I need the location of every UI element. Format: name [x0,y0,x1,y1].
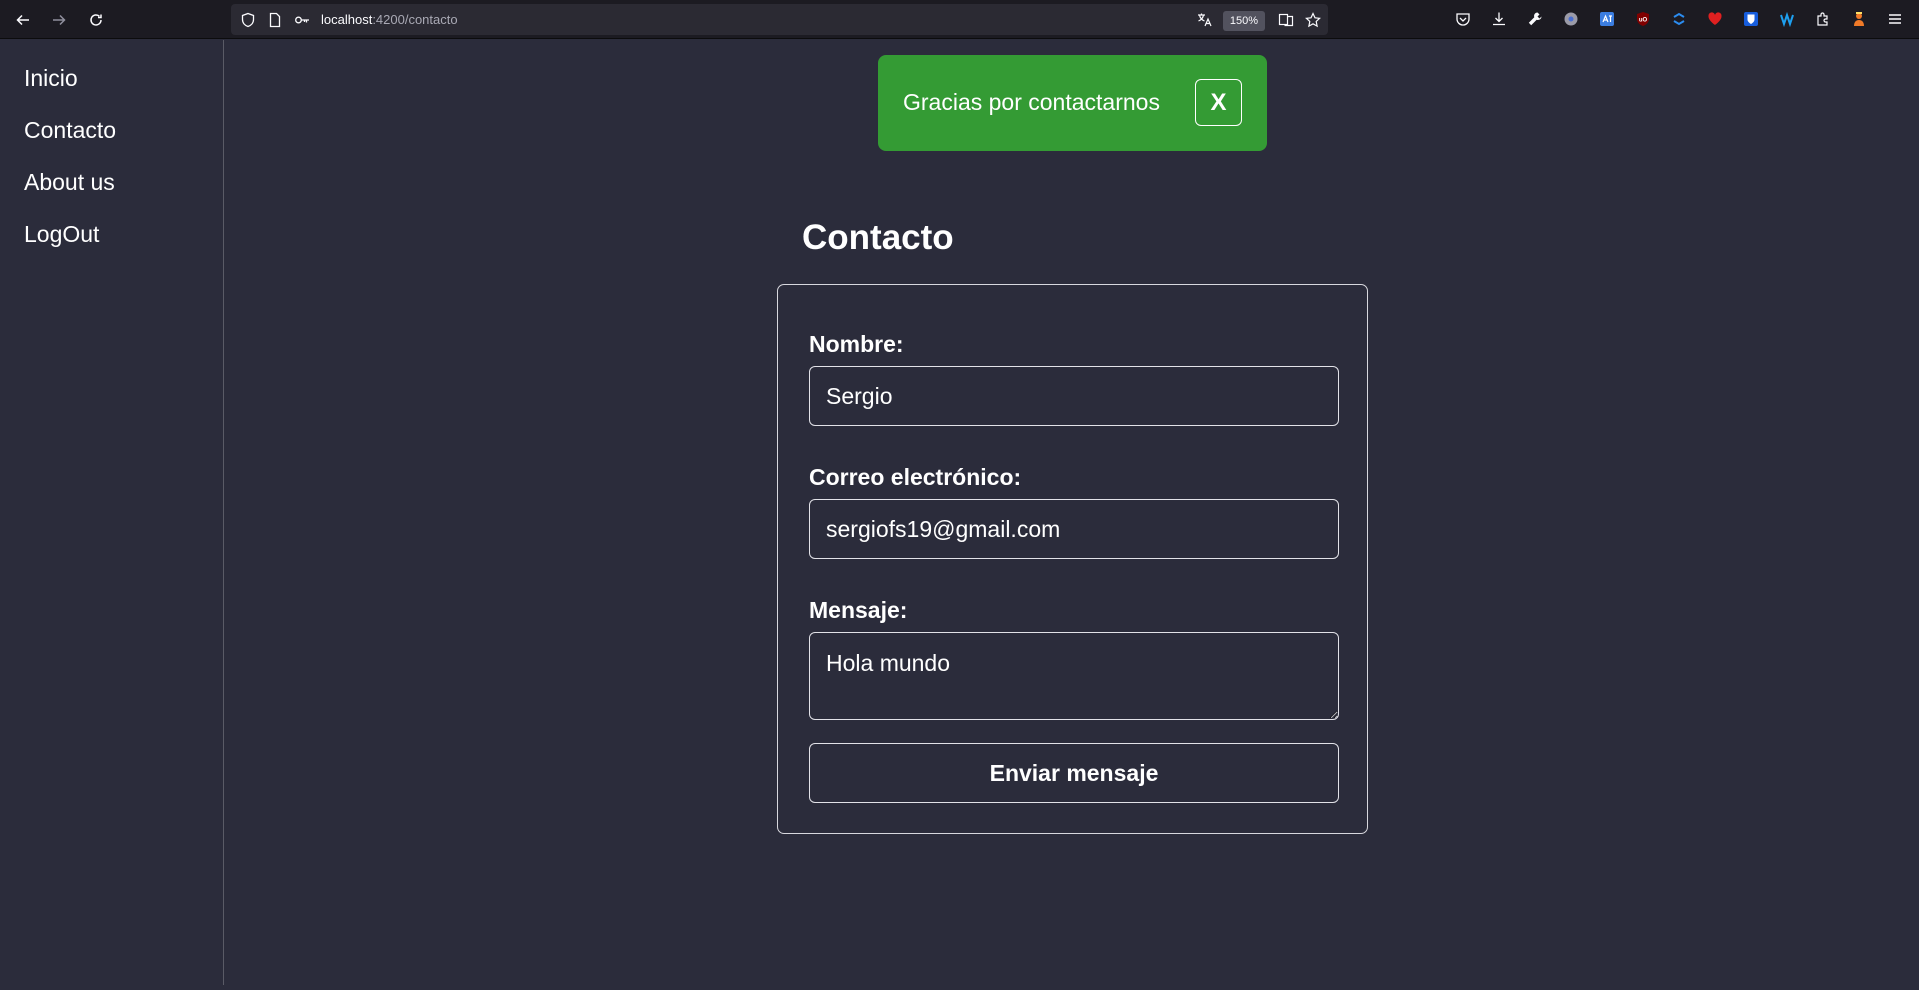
profile-avatar-icon[interactable] [1849,9,1869,29]
email-field[interactable] [809,499,1339,559]
forward-arrow-icon[interactable] [47,8,71,32]
message-field[interactable]: Hola mundo [809,632,1339,720]
heart-ext-icon[interactable] [1705,9,1725,29]
success-toast: Gracias por contactarnos X [878,55,1267,151]
reload-icon[interactable] [84,8,108,32]
arrows-ext-icon[interactable] [1669,9,1689,29]
key-icon[interactable] [293,11,311,29]
translate-icon[interactable] [1195,11,1213,29]
send-message-button[interactable]: Enviar mensaje [809,743,1339,803]
reader-icon[interactable] [1277,11,1295,29]
bitwarden-icon[interactable] [1741,9,1761,29]
pocket-icon[interactable] [1453,9,1473,29]
ublock-icon[interactable]: uO [1633,9,1653,29]
email-label: Correo electrónico: [809,464,1022,490]
wrench-icon[interactable] [1525,9,1545,29]
sidebar-item-contacto[interactable]: Contacto [24,117,116,144]
sidebar: Inicio Contacto About us LogOut [0,40,224,985]
name-field[interactable] [809,366,1339,426]
wappalyzer-icon[interactable] [1777,9,1797,29]
download-icon[interactable] [1489,9,1509,29]
browser-toolbar: localhost:4200/contacto 150% uO [0,0,1919,39]
url-path: :4200/contacto [372,12,458,27]
extensions-icon[interactable] [1813,9,1833,29]
url-host: localhost [321,12,373,27]
svg-text:uO: uO [1639,18,1648,24]
sidebar-item-logout[interactable]: LogOut [24,221,99,248]
sidebar-item-about-us[interactable]: About us [24,169,115,196]
translate-ext-icon[interactable] [1597,9,1617,29]
chrome-ext-icon[interactable] [1561,9,1581,29]
zoom-badge[interactable]: 150% [1223,11,1265,31]
page-title: Contacto [802,218,954,257]
url-text[interactable]: localhost:4200/contacto [321,12,458,27]
sidebar-item-inicio[interactable]: Inicio [24,65,78,92]
toast-message: Gracias por contactarnos [903,89,1160,115]
back-arrow-icon[interactable] [11,8,35,32]
shield-icon[interactable] [239,11,257,29]
toast-close-button[interactable]: X [1195,79,1242,126]
contact-form: Nombre: Correo electrónico: Mensaje: Hol… [777,284,1368,834]
url-bar[interactable]: localhost:4200/contacto 150% [231,4,1328,35]
star-icon[interactable] [1304,11,1322,29]
menu-icon[interactable] [1885,9,1905,29]
name-label: Nombre: [809,331,904,357]
message-label: Mensaje: [809,597,908,623]
page-icon[interactable] [266,11,284,29]
